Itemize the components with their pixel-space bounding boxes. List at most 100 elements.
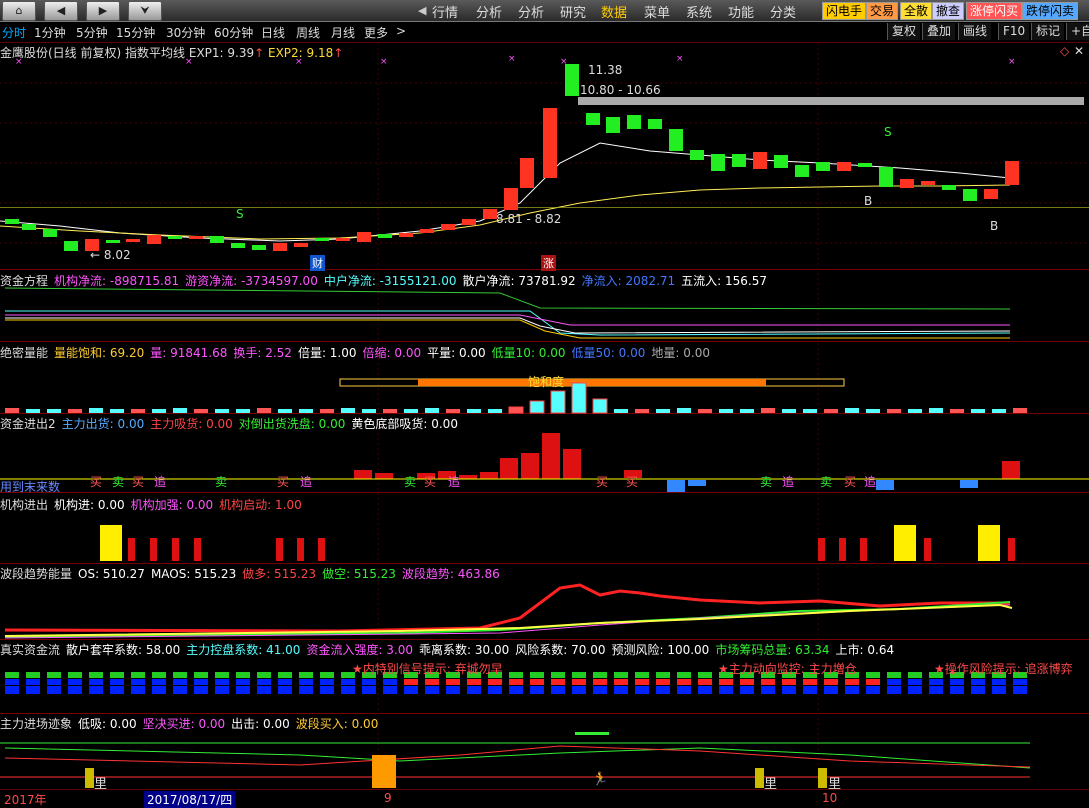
realhdr-title: 真实资金流: [0, 643, 61, 657]
real-bar-red: [845, 679, 859, 685]
period-tab-3[interactable]: 15分钟: [116, 24, 155, 41]
menu-item-5[interactable]: 菜单: [644, 2, 670, 21]
period-tab-9[interactable]: 更多: [364, 24, 388, 41]
real-bar-red: [509, 679, 523, 685]
fundhdr-item-4: 净流入: 2082.71: [581, 274, 676, 288]
trade-signal-14: 卖: [820, 475, 833, 489]
tool-button-0[interactable]: 复权: [887, 23, 921, 40]
tool-button-3[interactable]: F10: [998, 23, 1030, 40]
real-bar-red: [257, 679, 271, 685]
quick-button-3[interactable]: 撤查: [932, 2, 965, 20]
real-bar-blue: [551, 686, 565, 694]
menu-item-1[interactable]: 分析: [476, 2, 502, 21]
wavehdr-item-4: 波段趋势: 463.86: [401, 567, 500, 581]
arrow-right-icon[interactable]: ▶: [86, 1, 120, 21]
menu-item-4[interactable]: 数据: [601, 2, 627, 21]
trade-signal-8: 买: [424, 475, 437, 489]
candle: [168, 236, 182, 239]
arrow-left-icon[interactable]: ◀: [44, 1, 78, 21]
volume-bar: [508, 406, 524, 414]
double-chevron-down-icon[interactable]: ⮟: [128, 1, 162, 21]
trade-signal-7: 卖: [404, 475, 417, 489]
real-bar-red: [803, 679, 817, 685]
real-bar-blue: [887, 686, 901, 694]
real-bar-red: [698, 679, 712, 685]
volume-bar: [362, 409, 376, 413]
period-tab-6[interactable]: 日线: [261, 24, 285, 41]
real-bar-blue: [110, 686, 124, 694]
menu-item-2[interactable]: 分析: [518, 2, 544, 21]
real-bar-red: [404, 679, 418, 685]
real-bar-red: [824, 679, 838, 685]
candle: [774, 155, 788, 168]
real-bar-blue: [299, 686, 313, 694]
menu-item-7[interactable]: 功能: [728, 2, 754, 21]
outflow-bar: [876, 480, 894, 490]
candle: [336, 238, 350, 241]
real-bar-green: [278, 672, 292, 678]
tool-button-4[interactable]: 标记: [1031, 23, 1065, 40]
real-bar-blue: [404, 686, 418, 694]
quick-button-4[interactable]: 涨停闪买: [966, 2, 1023, 20]
real-bar-red: [761, 679, 775, 685]
trade-signal-15: 买: [844, 475, 857, 489]
volume-bar: [677, 408, 691, 413]
real-bar-blue: [908, 686, 922, 694]
real-bar-blue: [89, 686, 103, 694]
tool-button-5[interactable]: +自: [1066, 23, 1089, 40]
candle: [357, 232, 371, 242]
real-bar-green: [635, 672, 649, 678]
quick-button-1[interactable]: 交易: [866, 2, 899, 20]
tool-button-2[interactable]: 画线: [958, 23, 992, 40]
period-tab-1[interactable]: 1分钟: [34, 24, 66, 41]
inflow-bar: [354, 470, 372, 479]
forcehdr-item-0: 低吸: 0.00: [78, 717, 137, 731]
quick-button-5[interactable]: 跌停闪卖: [1022, 2, 1079, 20]
candle: [231, 243, 245, 248]
alert-signal: ★内特别信号提示: 弃城勿早: [352, 662, 503, 676]
institution-bar: [318, 538, 325, 561]
real-bar-red: [299, 679, 313, 685]
menu-item-3[interactable]: 研究: [560, 2, 586, 21]
fundhdr-item-2: 中户净流: -3155121.00: [323, 274, 457, 288]
real-bar-red: [278, 679, 292, 685]
period-tab-7[interactable]: 周线: [296, 24, 320, 41]
diamond-icon[interactable]: ◇: [1060, 44, 1069, 58]
volhdr-item-5: 平量: 0.00: [427, 346, 486, 360]
saturation-fill: [418, 379, 766, 386]
candle: [627, 115, 641, 129]
real-bar-blue: [131, 686, 145, 694]
period-tab-5[interactable]: 60分钟: [214, 24, 253, 41]
period-tab-8[interactable]: 月线: [331, 24, 355, 41]
period-tab-0[interactable]: 分时: [2, 24, 26, 41]
period-tab-4[interactable]: 30分钟: [166, 24, 205, 41]
zhang-badge[interactable]: 涨: [541, 255, 556, 271]
realhdr-item-0: 散户套牢系数: 58.00: [66, 643, 181, 657]
close-icon[interactable]: ✕: [1074, 44, 1084, 58]
real-bar-red: [593, 679, 607, 685]
fundhdr-title: 资金方程: [0, 274, 49, 288]
more-arrow-icon[interactable]: >: [396, 24, 406, 38]
candle: [483, 209, 497, 219]
period-tab-2[interactable]: 5分钟: [76, 24, 108, 41]
real-bar-red: [719, 679, 733, 685]
inouthdr-item-3: 黄色底部吸货: 0.00: [351, 417, 458, 431]
quick-button-0[interactable]: 闪电手: [822, 2, 867, 20]
quick-button-2[interactable]: 全散: [900, 2, 933, 20]
tool-button-1[interactable]: 叠加: [922, 23, 956, 40]
menu-item-6[interactable]: 系统: [686, 2, 712, 21]
real-bar-red: [572, 679, 586, 685]
forcehdr-item-2: 出击: 0.00: [231, 717, 290, 731]
panel-separator: [0, 341, 1089, 342]
real-bar-red: [341, 679, 355, 685]
time-axis[interactable]: 2017年 2017/08/17/四 9 10: [0, 789, 1089, 808]
year-label: 2017年: [4, 793, 47, 807]
menu-item-0[interactable]: 行情: [432, 2, 458, 21]
real-bar-red: [971, 679, 985, 685]
real-bar-green: [89, 672, 103, 678]
volume-bar: [803, 409, 817, 413]
home-icon[interactable]: ⌂: [2, 1, 36, 21]
menu-item-8[interactable]: 分类: [770, 2, 796, 21]
cai-badge[interactable]: 财: [310, 255, 325, 271]
fund-panel-header: 资金方程 机构净流: -898715.81 游资净流: -3734597.00 中户净…: [0, 272, 773, 289]
